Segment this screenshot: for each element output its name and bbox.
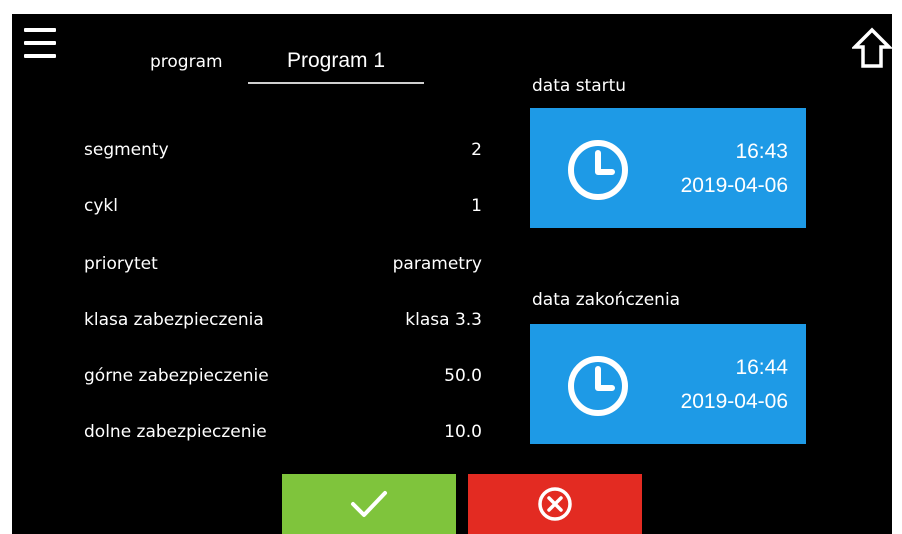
end-datetime-button[interactable]: 16:44 2019-04-06 (530, 324, 806, 444)
confirm-button[interactable] (282, 474, 456, 534)
end-date: 2019-04-06 (680, 390, 788, 413)
start-datetime-button[interactable]: 16:43 2019-04-06 (530, 108, 806, 228)
clock-icon (568, 356, 628, 416)
end-date-label: data zakończenia (532, 290, 681, 310)
checkmark-icon (351, 491, 387, 517)
param-row-segments: segmenty 2 (84, 140, 482, 170)
start-date-label: data startu (532, 76, 627, 96)
param-value[interactable]: 50.0 (444, 366, 482, 386)
start-time: 16:43 (735, 140, 788, 163)
param-value[interactable]: klasa 3.3 (405, 310, 482, 330)
param-value[interactable]: 2 (471, 140, 482, 160)
param-label: priorytet (84, 254, 158, 274)
cancel-circle-x-icon (538, 487, 572, 521)
param-row-priority: priorytet parametry (84, 254, 482, 284)
cancel-button[interactable] (468, 474, 642, 534)
param-label: segmenty (84, 140, 169, 160)
param-row-lower-protection: dolne zabezpieczenie 10.0 (84, 422, 482, 452)
program-settings-screen: program Program 1 segmenty 2 cykl 1 prio… (12, 14, 892, 534)
param-label: cykl (84, 196, 118, 216)
param-label: górne zabezpieczenie (84, 366, 269, 386)
clock-icon (568, 140, 628, 200)
param-row-protection-class: klasa zabezpieczenia klasa 3.3 (84, 310, 482, 340)
program-name-field[interactable]: Program 1 (248, 46, 424, 84)
end-time: 16:44 (735, 356, 788, 379)
param-label: dolne zabezpieczenie (84, 422, 267, 442)
start-date: 2019-04-06 (680, 174, 788, 197)
param-label: klasa zabezpieczenia (84, 310, 264, 330)
param-value[interactable]: 10.0 (444, 422, 482, 442)
home-icon[interactable] (850, 26, 892, 70)
param-row-cycle: cykl 1 (84, 196, 482, 226)
param-row-upper-protection: górne zabezpieczenie 50.0 (84, 366, 482, 396)
param-value[interactable]: parametry (393, 254, 482, 274)
param-value[interactable]: 1 (471, 196, 482, 216)
program-label: program (150, 52, 223, 72)
hamburger-menu-icon[interactable] (24, 28, 56, 58)
